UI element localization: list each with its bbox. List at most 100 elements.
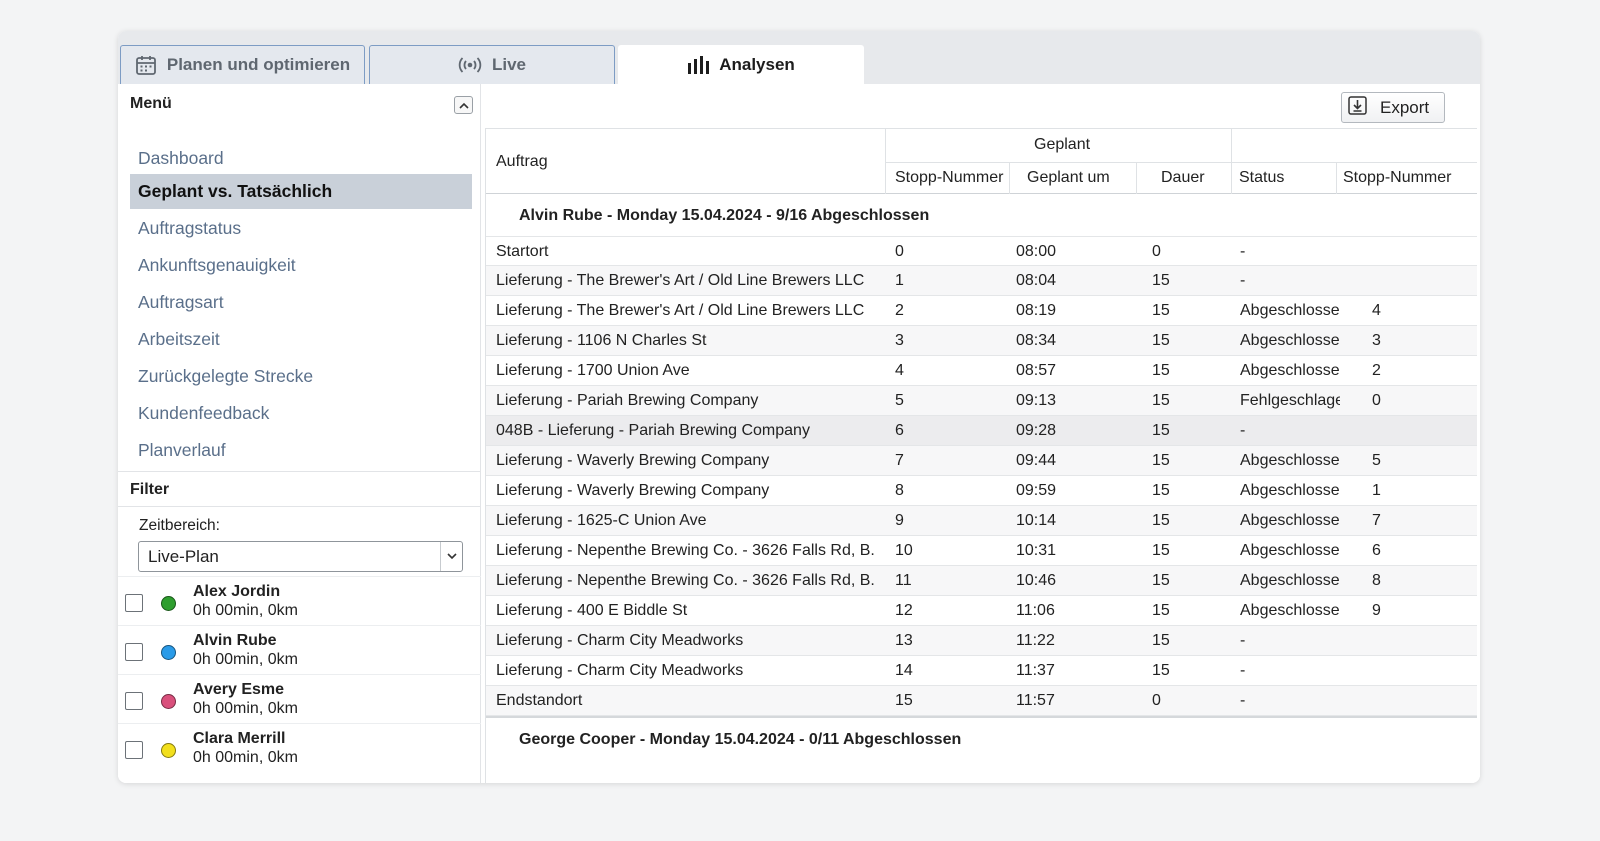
menu-item-ankunftsgenauigkeit[interactable]: Ankunftsgenauigkeit — [130, 248, 472, 283]
cell-status: - — [1240, 632, 1246, 649]
table-row[interactable]: Lieferung - Waverly Brewing Company 7 09:4… — [486, 446, 1477, 476]
cell-dauer: 15 — [1152, 482, 1170, 499]
driver-checkbox[interactable] — [125, 692, 143, 710]
table-row[interactable]: Lieferung - 1700 Union Ave 4 08:57 15 Abgesc… — [486, 356, 1477, 386]
table-row[interactable]: 048B - Lieferung - Pariah Brewing Compan… — [486, 416, 1477, 446]
driver-checkbox[interactable] — [125, 643, 143, 661]
cell-auftrag: Lieferung - Charm City Meadworks — [496, 662, 744, 679]
table-row[interactable]: Lieferung - Charm City Meadworks 13 11:22 1… — [486, 626, 1477, 656]
planned-vs-actual-table: Auftrag Geplant Stopp-Nummer Geplant um … — [485, 128, 1477, 783]
driver-name: Alvin Rube — [193, 632, 277, 649]
cell-status: - — [1240, 422, 1246, 439]
driver-checkbox[interactable] — [125, 594, 143, 612]
cell-dauer: 15 — [1152, 632, 1170, 649]
cell-auftrag: Lieferung - 1106 N Charles St — [496, 332, 707, 349]
cell-geplant-um: 11:37 — [1016, 662, 1055, 679]
chevron-up-icon — [458, 96, 469, 114]
table-row[interactable]: Lieferung - Nepenthe Brewing Co. - 3626 … — [486, 536, 1477, 566]
cell-geplant-um: 10:14 — [1016, 512, 1057, 529]
table-row[interactable]: Lieferung - 400 E Biddle St 12 11:06 15 Abge… — [486, 596, 1477, 626]
driver-name: Alex Jordin — [193, 583, 281, 600]
cell-geplant-um: 11:22 — [1016, 632, 1055, 649]
time-range-select[interactable]: Live-Plan — [138, 541, 463, 572]
menu-item-auftragsart[interactable]: Auftragsart — [130, 285, 472, 320]
export-button[interactable]: Export — [1341, 92, 1445, 123]
driver-color-dot — [161, 743, 176, 758]
col-header-dauer[interactable]: Dauer — [1161, 169, 1205, 187]
cell-geplant-um: 08:04 — [1016, 272, 1057, 289]
cell-auftrag: Lieferung - Waverly Brewing Company — [496, 482, 770, 499]
table-row[interactable]: Endstandort 15 11:57 0 - — [486, 686, 1477, 716]
cell-geplant-um: 09:13 — [1016, 392, 1057, 409]
cell-stopp-nummer: 13 — [895, 632, 913, 649]
cell-stopp-nummer: 1 — [895, 272, 904, 289]
cell-geplant-um: 08:00 — [1016, 243, 1057, 260]
menu-item-zurueckgelegte-strecke[interactable]: Zurückgelegte Strecke — [130, 359, 472, 394]
cell-stopp-nummer: 9 — [895, 512, 904, 529]
driver-checkbox[interactable] — [125, 741, 143, 759]
table-row[interactable]: Lieferung - The Brewer's Art / Old Line … — [486, 296, 1477, 326]
menu-item-planverlauf[interactable]: Planverlauf — [130, 433, 472, 468]
cell-auftrag: Lieferung - The Brewer's Art / Old Line … — [496, 302, 865, 319]
cell-status: Abgeschlossen — [1240, 512, 1340, 529]
menu-item-arbeitszeit[interactable]: Arbeitszeit — [130, 322, 472, 357]
cell-stopp-nummer-2: 2 — [1372, 362, 1381, 379]
table-row[interactable]: Lieferung - Pariah Brewing Company 5 09:13… — [486, 386, 1477, 416]
col-header-auftrag[interactable]: Auftrag — [496, 153, 548, 171]
table-row[interactable]: Lieferung - Charm City Meadworks 14 11:37 1… — [486, 656, 1477, 686]
col-header-status[interactable]: Status — [1239, 169, 1284, 187]
table-border — [885, 128, 886, 194]
tab-planen-und-optimieren[interactable]: Planen und optimieren — [120, 45, 365, 84]
cell-status: Abgeschlossen — [1240, 362, 1340, 379]
col-header-geplant-um[interactable]: Geplant um — [1027, 169, 1110, 187]
main-content: Export Auftrag Geplant Stopp-Nummer Gepl… — [481, 84, 1480, 783]
table-border — [1231, 128, 1232, 194]
cell-stopp-nummer: 5 — [895, 392, 904, 409]
driver-name: Avery Esme — [193, 681, 285, 698]
cell-stopp-nummer: 2 — [895, 302, 904, 319]
filter-title: Filter — [130, 481, 170, 498]
cell-status: Abgeschlossen — [1240, 542, 1340, 559]
bar-chart-icon — [687, 55, 710, 75]
sidebar: Menü Dashboard Geplant vs. Tatsächlich A… — [118, 84, 481, 783]
cell-stopp-nummer-2: 4 — [1372, 302, 1381, 319]
cell-dauer: 15 — [1152, 332, 1170, 349]
driver-item: Alex Jordin 0h 00min, 0km — [118, 576, 481, 624]
cell-auftrag: Lieferung - 1700 Union Ave — [496, 362, 690, 379]
col-header-stopp-nummer-2[interactable]: Stopp-Nummer — [1343, 169, 1451, 187]
cell-dauer: 15 — [1152, 542, 1170, 559]
table-row[interactable]: Lieferung - 1106 N Charles St 3 08:34 15 Abg… — [486, 326, 1477, 356]
cell-dauer: 0 — [1152, 692, 1161, 709]
group-title: Alvin Rube - Monday 15.04.2024 - 9/16 Ab… — [519, 207, 930, 224]
table-row[interactable]: Lieferung - 1625-C Union Ave 9 10:14 15 Abge… — [486, 506, 1477, 536]
menu-item-kundenfeedback[interactable]: Kundenfeedback — [130, 396, 472, 431]
table-border — [486, 128, 1477, 129]
driver-color-dot — [161, 645, 176, 660]
driver-meta: 0h 00min, 0km — [193, 700, 298, 717]
cell-stopp-nummer-2: 8 — [1372, 572, 1381, 589]
table-row[interactable]: Startort 0 08:00 0 - — [486, 236, 1477, 266]
menu-item-auftragstatus[interactable]: Auftragstatus — [130, 211, 472, 246]
cell-geplant-um: 10:46 — [1016, 572, 1057, 589]
export-label: Export — [1380, 97, 1430, 117]
cell-stopp-nummer: 7 — [895, 452, 904, 469]
menu-item-dashboard[interactable]: Dashboard — [130, 141, 472, 176]
cell-dauer: 15 — [1152, 662, 1170, 679]
collapse-menu-button[interactable] — [454, 96, 473, 114]
table-row[interactable]: Lieferung - Nepenthe Brewing Co. - 3626 … — [486, 566, 1477, 596]
cell-status: Abgeschlossen — [1240, 302, 1340, 319]
driver-name: Clara Merrill — [193, 730, 286, 747]
cell-status: - — [1240, 692, 1246, 709]
driver-meta: 0h 00min, 0km — [193, 749, 298, 766]
tab-analysen[interactable]: Analysen — [618, 45, 864, 84]
tab-live[interactable]: Live — [369, 45, 615, 84]
cell-stopp-nummer: 0 — [895, 243, 904, 260]
menu-item-geplant-vs-tatsaechlich[interactable]: Geplant vs. Tatsächlich — [130, 174, 472, 209]
col-header-stopp-nummer[interactable]: Stopp-Nummer — [895, 169, 1003, 187]
cell-stopp-nummer: 14 — [895, 662, 913, 679]
driver-color-dot — [161, 694, 176, 709]
table-row[interactable]: Lieferung - Waverly Brewing Company 8 09:5… — [486, 476, 1477, 506]
table-row[interactable]: Lieferung - The Brewer's Art / Old Line … — [486, 266, 1477, 296]
cell-status: Abgeschlossen — [1240, 332, 1340, 349]
cell-auftrag: Lieferung - The Brewer's Art / Old Line … — [496, 272, 865, 289]
